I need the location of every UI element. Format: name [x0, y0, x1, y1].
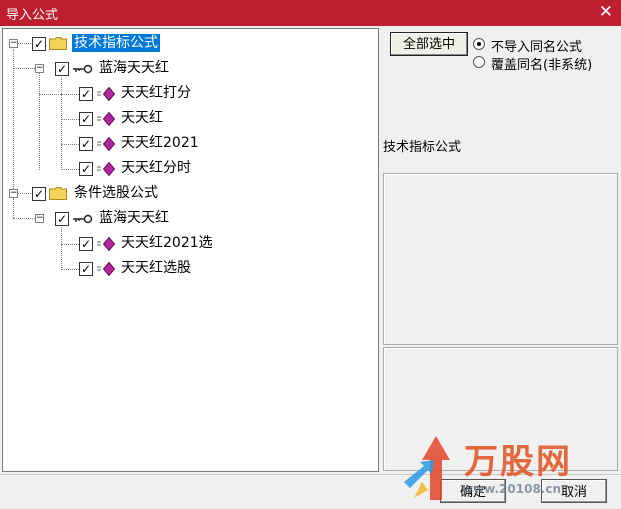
- folder-icon: [49, 187, 67, 200]
- formula-gem-icon: [97, 262, 116, 276]
- node-checkbox[interactable]: ✓: [79, 112, 93, 126]
- node-checkbox[interactable]: ✓: [32, 37, 46, 51]
- import-formula-dialog: 导入公式 ✕ − ✓ 技术指标公式 − ✓ 蓝海天天红 ✓ 天天红打分 ✓ 天天…: [0, 0, 621, 509]
- tree-node-formula[interactable]: ✓ 天天红: [3, 109, 373, 129]
- key-icon: [73, 214, 93, 224]
- category-info-text: 技术指标公式: [383, 140, 462, 155]
- radio-unselected-icon[interactable]: [473, 56, 485, 68]
- node-label: 技术指标公式: [72, 34, 160, 52]
- node-checkbox[interactable]: ✓: [55, 62, 69, 76]
- window-title: 导入公式: [6, 8, 59, 23]
- options-panel: 全部选中 不导入同名公式 覆盖同名(非系统) 技术指标公式: [381, 28, 621, 472]
- radio-selected-icon[interactable]: [473, 38, 485, 50]
- formula-description-box: [383, 173, 618, 345]
- node-checkbox[interactable]: ✓: [79, 137, 93, 151]
- node-checkbox[interactable]: ✓: [32, 187, 46, 201]
- collapse-icon[interactable]: −: [35, 214, 44, 223]
- ok-button[interactable]: 确定: [440, 479, 506, 503]
- formula-gem-icon: [97, 87, 116, 101]
- collapse-icon[interactable]: −: [35, 64, 44, 73]
- node-label: 天天红打分: [121, 85, 191, 101]
- title-bar: 导入公式 ✕: [0, 0, 621, 26]
- node-label: 天天红2021选: [121, 235, 213, 251]
- node-label: 蓝海天天红: [99, 210, 169, 226]
- formula-detail-box: [383, 347, 618, 471]
- cancel-button[interactable]: 取消: [541, 479, 607, 503]
- formula-gem-icon: [97, 112, 116, 126]
- node-label: 天天红分时: [121, 160, 191, 176]
- node-checkbox[interactable]: ✓: [79, 237, 93, 251]
- collapse-icon[interactable]: −: [9, 189, 18, 198]
- node-label: 天天红选股: [121, 260, 191, 276]
- node-label: 蓝海天天红: [99, 60, 169, 76]
- tree-node-stock-screening[interactable]: − ✓ 条件选股公式: [3, 184, 373, 204]
- tree-node-formula[interactable]: ✓ 天天红分时: [3, 159, 373, 179]
- tree-node-formula[interactable]: ✓ 天天红选股: [3, 259, 373, 279]
- node-checkbox[interactable]: ✓: [79, 87, 93, 101]
- node-checkbox[interactable]: ✓: [55, 212, 69, 226]
- tree-node-group[interactable]: − ✓ 蓝海天天红: [3, 59, 373, 79]
- radio-label: 不导入同名公式: [491, 40, 583, 55]
- folder-icon: [49, 37, 67, 50]
- tree-node-formula[interactable]: ✓ 天天红2021: [3, 134, 373, 154]
- node-label: 天天红2021: [121, 135, 199, 151]
- formula-gem-icon: [97, 137, 116, 151]
- tree-node-group[interactable]: − ✓ 蓝海天天红: [3, 209, 373, 229]
- tree-node-formula[interactable]: ✓ 天天红打分: [3, 84, 373, 104]
- collapse-icon[interactable]: −: [9, 39, 18, 48]
- formula-gem-icon: [97, 237, 116, 251]
- select-all-button[interactable]: 全部选中: [390, 32, 468, 56]
- tree-node-tech-indicators[interactable]: − ✓ 技术指标公式: [3, 34, 373, 54]
- formula-gem-icon: [97, 162, 116, 176]
- formula-tree[interactable]: − ✓ 技术指标公式 − ✓ 蓝海天天红 ✓ 天天红打分 ✓ 天天红 ✓ 天天红…: [2, 28, 379, 472]
- node-label: 条件选股公式: [74, 185, 158, 201]
- close-icon[interactable]: ✕: [599, 2, 613, 22]
- status-bar: 确定 取消: [0, 474, 621, 509]
- node-checkbox[interactable]: ✓: [79, 262, 93, 276]
- tree-node-formula[interactable]: ✓ 天天红2021选: [3, 234, 373, 254]
- node-label: 天天红: [121, 110, 163, 126]
- radio-label: 覆盖同名(非系统): [491, 58, 593, 73]
- node-checkbox[interactable]: ✓: [79, 162, 93, 176]
- key-icon: [73, 64, 93, 74]
